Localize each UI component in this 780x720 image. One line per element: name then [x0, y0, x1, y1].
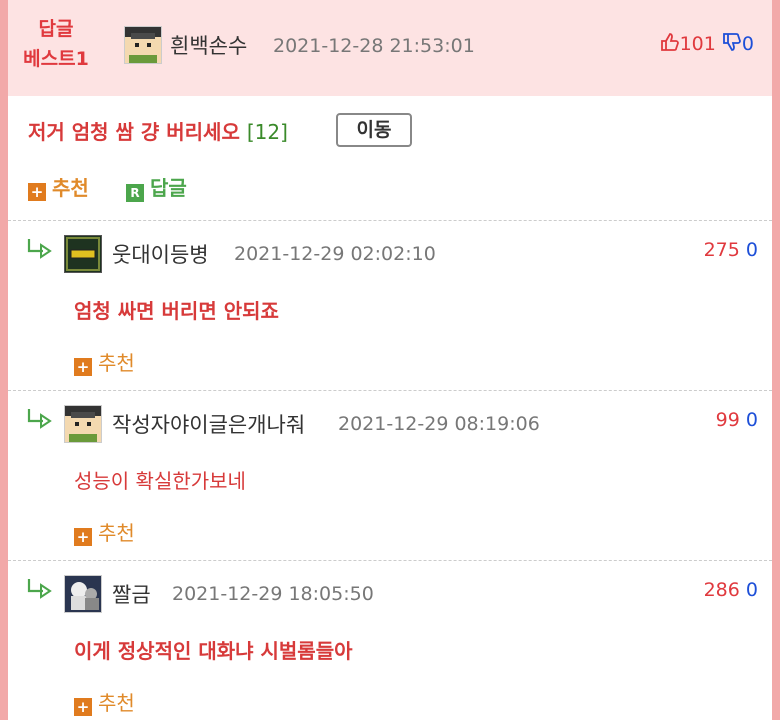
- reply-item: 작성자야이글은개나줘 2021-12-29 08:19:06 99 0 성능이 …: [8, 390, 772, 560]
- best-badge: 답글 베스트1: [23, 18, 89, 70]
- reply-item: 웃대이등병 2021-12-29 02:02:10 275 0 엄청 싸면 버리…: [8, 220, 772, 390]
- plus-icon: +: [74, 698, 92, 716]
- downvote-count: 0: [741, 33, 754, 55]
- upvote-count[interactable]: 99: [716, 409, 740, 431]
- reply-arrow-icon: [26, 237, 54, 263]
- thumbs-down-icon[interactable]: [722, 32, 742, 57]
- user-avatar-icon[interactable]: [64, 405, 102, 443]
- user-avatar-icon[interactable]: [64, 575, 102, 613]
- downvote-count[interactable]: 0: [746, 579, 758, 601]
- post-date: 2021-12-28 21:53:01: [273, 35, 475, 57]
- reply-item: 짤금 2021-12-29 18:05:50 286 0 이게 정상적인 대화냐…: [8, 560, 772, 720]
- post-date: 2021-12-29 18:05:50: [172, 583, 374, 605]
- recommend-button[interactable]: + 추천: [28, 172, 89, 201]
- reply-count: [12]: [246, 120, 288, 144]
- upvote-count: 101: [679, 33, 716, 55]
- thumbs-up-icon[interactable]: [660, 32, 680, 57]
- reply-text: 엄청 싸면 버리면 안되죠: [74, 299, 279, 323]
- vote-count: 101 0: [660, 32, 754, 57]
- upvote-count[interactable]: 286: [704, 579, 740, 601]
- author-name[interactable]: 웃대이등병: [112, 239, 209, 269]
- plus-icon: +: [74, 528, 92, 546]
- post-date: 2021-12-29 08:19:06: [338, 413, 540, 435]
- recommend-button[interactable]: + 추천: [74, 687, 135, 716]
- reply-text: 성능이 확실한가보네: [74, 469, 246, 493]
- downvote-count[interactable]: 0: [746, 409, 758, 431]
- upvote-count[interactable]: 275: [704, 239, 740, 261]
- reply-text: 이게 정상적인 대화냐 시벌롬들아: [74, 639, 353, 663]
- vote-count: 99 0: [716, 409, 758, 431]
- downvote-count[interactable]: 0: [746, 239, 758, 261]
- rank-icon[interactable]: [64, 235, 102, 273]
- best-reply-body: 저거 엄청 쌈 걍 버리세오 [12] 이동 + 추천 R 답글: [8, 96, 772, 220]
- best-reply-text: 저거 엄청 쌈 걍 버리세오 [12]: [28, 120, 288, 144]
- user-avatar-icon[interactable]: [124, 26, 162, 64]
- reply-icon: R: [126, 184, 144, 202]
- vote-count: 275 0: [704, 239, 758, 261]
- move-button[interactable]: 이동: [336, 113, 412, 147]
- author-name[interactable]: 흰백손수: [170, 30, 247, 60]
- comment-panel: 답글 베스트1 흰백손수 2021-12-28 21:53:01 101 0 저…: [8, 0, 772, 720]
- author-name[interactable]: 작성자야이글은개나줘: [112, 409, 305, 439]
- author-name[interactable]: 짤금: [112, 579, 151, 609]
- reply-button[interactable]: R 답글: [126, 172, 187, 202]
- plus-icon: +: [28, 183, 46, 201]
- vote-count: 286 0: [704, 579, 758, 601]
- plus-icon: +: [74, 358, 92, 376]
- best-reply-header: 답글 베스트1 흰백손수 2021-12-28 21:53:01 101 0: [8, 0, 772, 96]
- reply-arrow-icon: [26, 577, 54, 603]
- reply-arrow-icon: [26, 407, 54, 433]
- post-date: 2021-12-29 02:02:10: [234, 243, 436, 265]
- recommend-button[interactable]: + 추천: [74, 347, 135, 376]
- recommend-button[interactable]: + 추천: [74, 517, 135, 546]
